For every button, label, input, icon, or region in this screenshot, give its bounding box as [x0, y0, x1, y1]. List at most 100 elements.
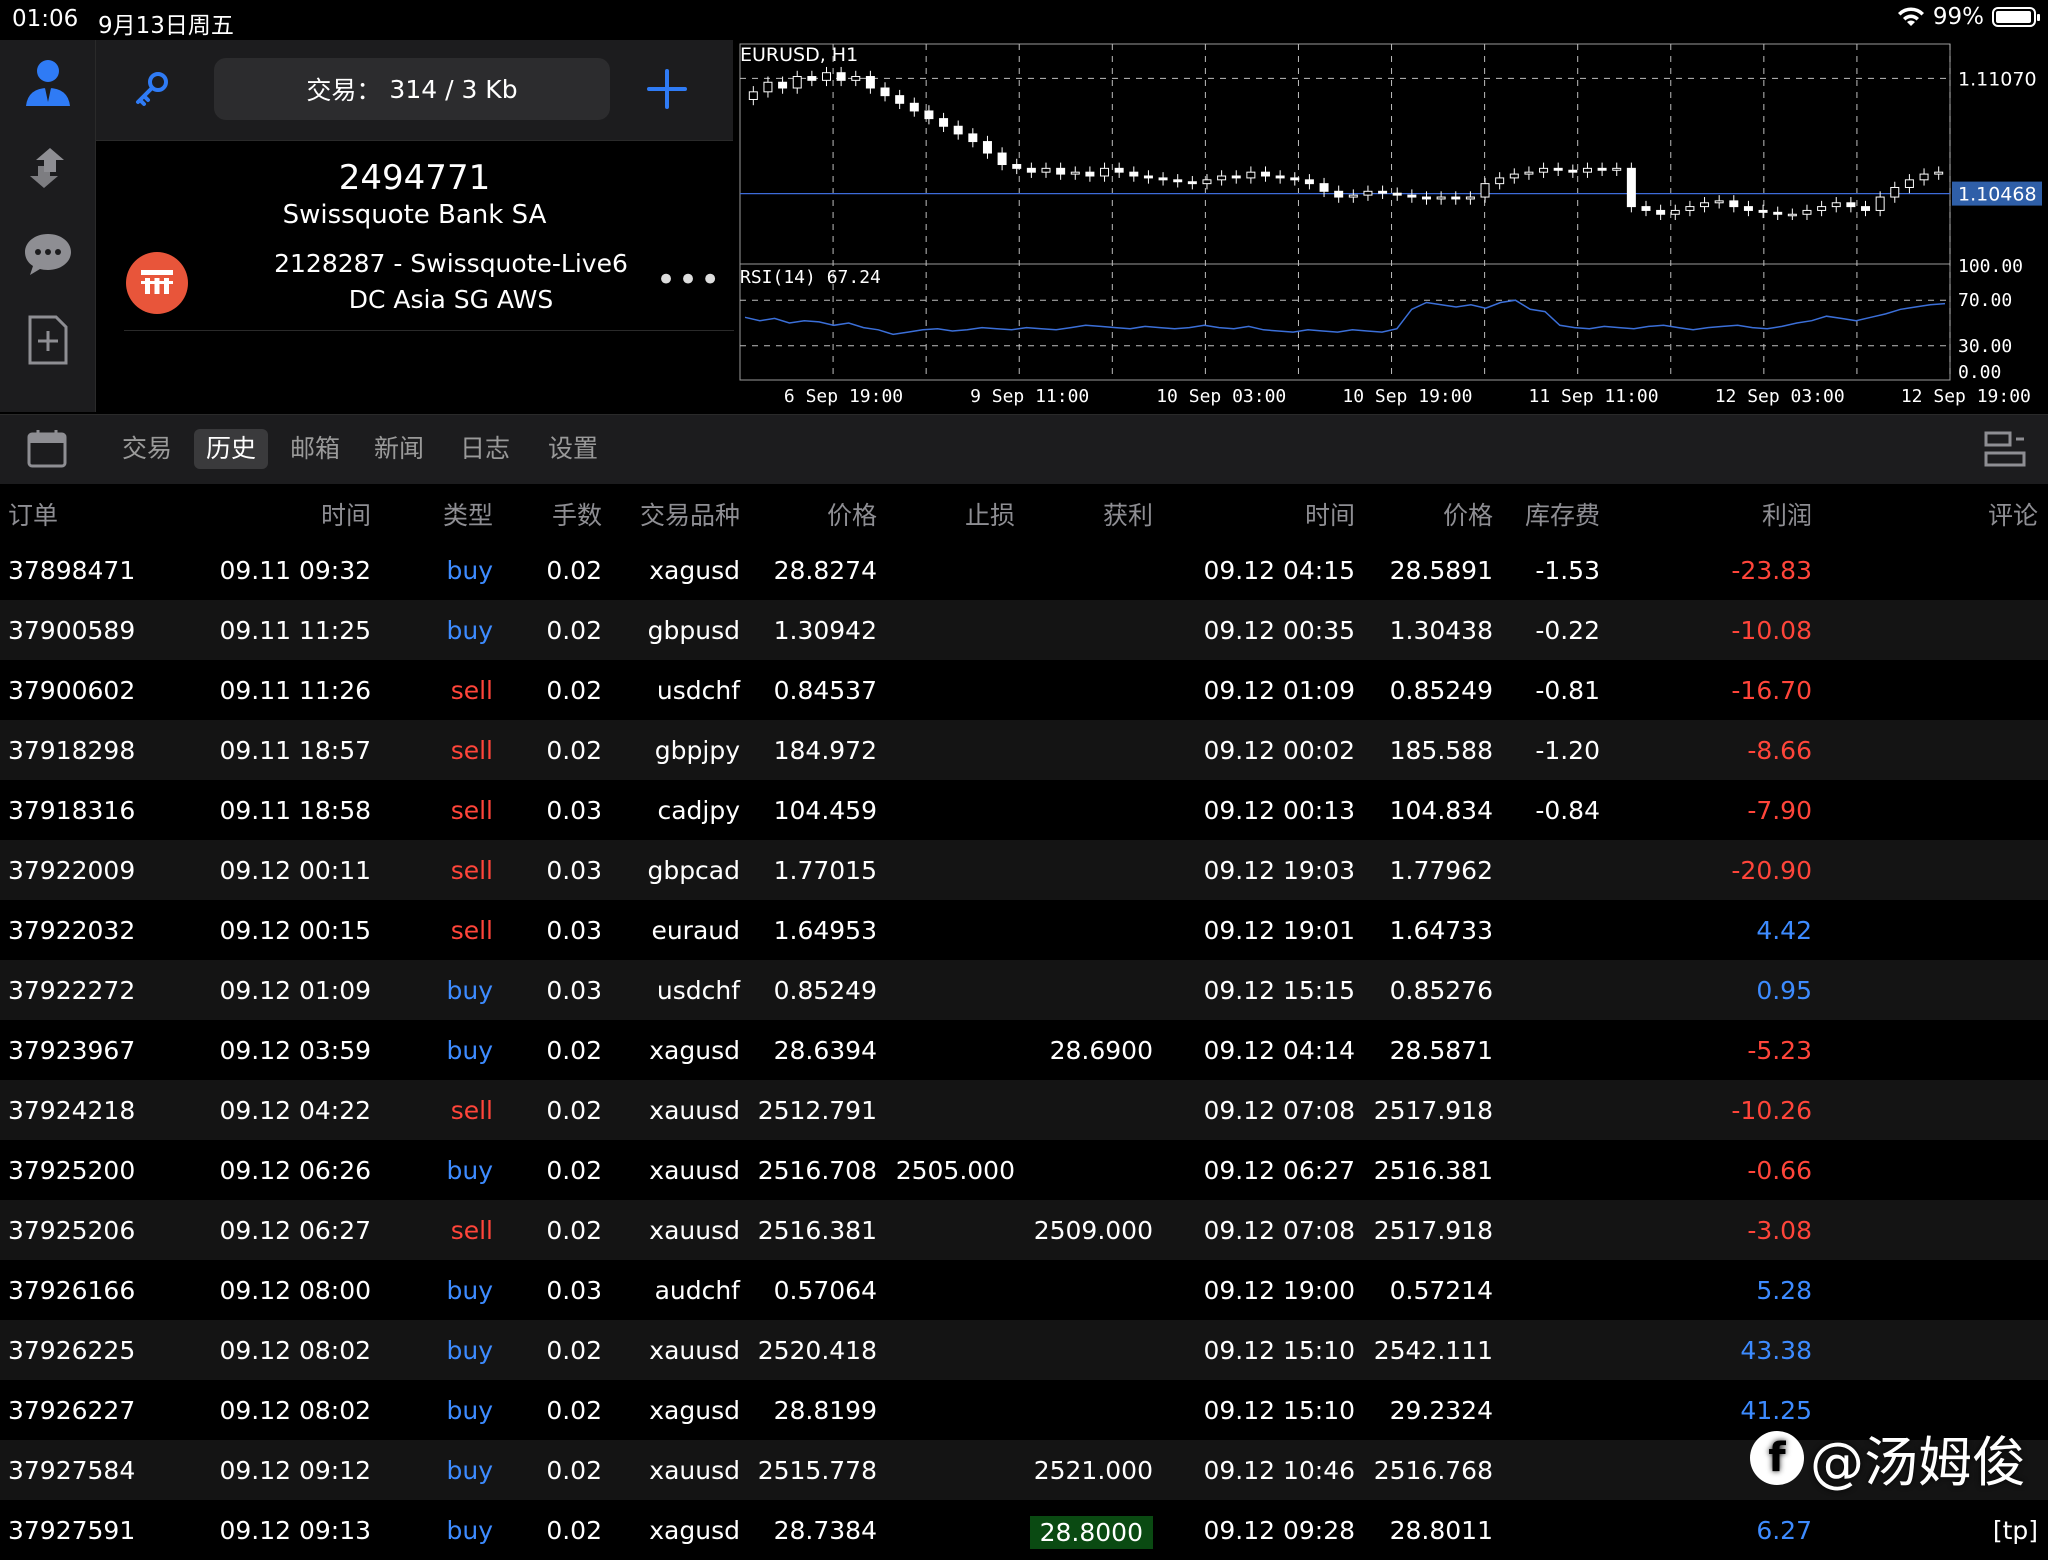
- table-row[interactable]: 37900602 09.11 11:26 sell 0.02 usdchf 0.84537…: [0, 660, 2048, 720]
- trade-count-pill[interactable]: 交易： 314 / 3 Kb: [214, 58, 610, 120]
- tab-journal[interactable]: 日志: [448, 429, 522, 469]
- cell-swap: -1.53: [1535, 556, 1600, 585]
- tab-mailbox[interactable]: 邮箱: [278, 429, 352, 469]
- cell-open-time: 09.11 11:25: [219, 616, 371, 645]
- table-row[interactable]: 37922032 09.12 00:15 sell 0.03 euraud 1.64953…: [0, 900, 2048, 960]
- cell-open-price: 28.7384: [773, 1516, 877, 1545]
- tab-settings[interactable]: 设置: [536, 429, 610, 469]
- col-order[interactable]: 订单: [8, 496, 58, 532]
- cell-profit: -5.23: [1747, 1036, 1812, 1065]
- candle: [1202, 179, 1212, 185]
- table-row[interactable]: 37927591 09.12 09:13 buy 0.02 xagusd 28.7384 2…: [0, 1500, 2048, 1560]
- calendar-icon[interactable]: [26, 427, 68, 473]
- col-open-price[interactable]: 价格: [827, 496, 877, 532]
- cell-profit: 6.27: [1756, 1516, 1812, 1545]
- x-tick-label: 6 Sep 19:00: [784, 386, 903, 407]
- table-row[interactable]: 37918316 09.11 18:58 sell 0.03 cadjpy 104.459…: [0, 780, 2048, 840]
- col-tp[interactable]: 获利: [1103, 496, 1153, 532]
- cell-symbol: xauusd: [649, 1096, 740, 1125]
- tab-history[interactable]: 历史: [194, 429, 269, 469]
- cell-symbol: xagusd: [649, 556, 740, 585]
- table-row[interactable]: 37923967 09.12 03:59 buy 0.02 xagusd 28.6394 2…: [0, 1020, 2048, 1080]
- cell-lots: 0.02: [546, 1216, 602, 1245]
- cell-close-time: 09.12 01:09: [1203, 676, 1355, 705]
- cell-open-price: 28.8274: [773, 556, 877, 585]
- table-row[interactable]: 37922009 09.12 00:11 sell 0.03 gbpcad 1.77015…: [0, 840, 2048, 900]
- broker-logo: [126, 252, 188, 314]
- key-icon[interactable]: [132, 70, 172, 114]
- table-row[interactable]: 37925200 09.12 06:26 buy 0.02 xauusd 2516.708…: [0, 1140, 2048, 1200]
- col-comment[interactable]: 评论: [1988, 496, 2038, 532]
- cell-profit: -3.08: [1747, 1216, 1812, 1245]
- col-close-time[interactable]: 时间: [1305, 496, 1355, 532]
- cell-lots: 0.02: [546, 556, 602, 585]
- table-row[interactable]: 37926227 09.12 08:02 buy 0.02 xagusd 28.8199 0…: [0, 1380, 2048, 1440]
- price-chart[interactable]: EURUSD, H1 RSI(14) 67.24 1.11070 1.10468 1…: [734, 40, 2048, 412]
- watermark-text: @汤姆俊: [1810, 1431, 2026, 1494]
- table-row[interactable]: 37926166 09.12 08:00 buy 0.03 audchf 0.57064 0…: [0, 1260, 2048, 1320]
- cell-order: 37898471: [8, 556, 136, 585]
- add-icon[interactable]: [646, 68, 688, 114]
- cell-open-price: 2515.778: [757, 1456, 877, 1485]
- cell-open-time: 09.12 09:13: [219, 1516, 371, 1545]
- x-tick-label: 10 Sep 19:00: [1342, 386, 1472, 407]
- table-row[interactable]: 37924218 09.12 04:22 sell 0.02 xauusd 2512.79…: [0, 1080, 2048, 1140]
- cell-order: 37923967: [8, 1036, 136, 1065]
- candle: [1056, 167, 1066, 175]
- table-row[interactable]: 37898471 09.11 09:32 buy 0.02 xagusd 28.8274 0…: [0, 540, 2048, 600]
- col-type[interactable]: 类型: [443, 496, 493, 532]
- col-swap[interactable]: 库存费: [1525, 496, 1600, 532]
- candle: [778, 81, 788, 89]
- candle: [1612, 167, 1622, 171]
- account-icon[interactable]: [20, 54, 76, 110]
- cell-open-time: 09.11 18:58: [219, 796, 371, 825]
- table-row[interactable]: 37900589 09.11 11:25 buy 0.02 gbpusd 1.30942 0…: [0, 600, 2048, 660]
- col-close-price[interactable]: 价格: [1443, 496, 1493, 532]
- col-open-time[interactable]: 时间: [321, 496, 371, 532]
- cell-swap: -1.20: [1535, 736, 1600, 765]
- cell-profit: 4.42: [1756, 916, 1812, 945]
- col-sl[interactable]: 止损: [965, 496, 1015, 532]
- cell-order: 37922272: [8, 976, 136, 1005]
- cell-order: 37925206: [8, 1216, 136, 1245]
- candle: [1143, 175, 1153, 179]
- cell-symbol: xauusd: [649, 1336, 740, 1365]
- col-lots[interactable]: 手数: [552, 496, 602, 532]
- cell-open-price: 1.30942: [773, 616, 877, 645]
- cell-open-time: 09.12 09:12: [219, 1456, 371, 1485]
- new-document-icon[interactable]: [20, 312, 76, 368]
- table-row[interactable]: 37922272 09.12 01:09 buy 0.03 usdchf 0.85249 0…: [0, 960, 2048, 1020]
- tab-trade[interactable]: 交易: [110, 429, 184, 469]
- cell-close-price: 0.57214: [1389, 1276, 1493, 1305]
- account-toolbar: 交易： 314 / 3 Kb: [96, 40, 733, 141]
- table-row[interactable]: 37927584 09.12 09:12 buy 0.02 xauusd 2515.778…: [0, 1440, 2048, 1500]
- table-row[interactable]: 37925206 09.12 06:27 sell 0.02 xauusd 2516.38…: [0, 1200, 2048, 1260]
- cell-lots: 0.03: [546, 916, 602, 945]
- cell-close-price: 28.8011: [1389, 1516, 1493, 1545]
- layout-icon[interactable]: [1984, 429, 2026, 473]
- cell-order: 37926227: [8, 1396, 136, 1425]
- cell-close-time: 09.12 19:01: [1203, 916, 1355, 945]
- table-row[interactable]: 37918298 09.11 18:57 sell 0.02 gbpjpy 184.972…: [0, 720, 2048, 780]
- col-symbol[interactable]: 交易品种: [640, 496, 740, 532]
- cell-lots: 0.02: [546, 1456, 602, 1485]
- cell-lots: 0.03: [546, 1276, 602, 1305]
- candle: [909, 102, 919, 112]
- tab-news[interactable]: 新闻: [362, 429, 436, 469]
- candle: [1524, 171, 1534, 175]
- cell-lots: 0.03: [546, 796, 602, 825]
- cell-close-time: 09.12 04:14: [1203, 1036, 1355, 1065]
- candle: [1787, 213, 1797, 217]
- table-row[interactable]: 37926225 09.12 08:02 buy 0.02 xauusd 2520.418…: [0, 1320, 2048, 1380]
- cell-symbol: xauusd: [649, 1456, 740, 1485]
- cell-symbol: usdchf: [656, 676, 740, 705]
- transfer-icon[interactable]: [20, 140, 76, 196]
- cell-open-price: 1.64953: [773, 916, 877, 945]
- candle: [1392, 192, 1402, 196]
- candle: [1290, 177, 1300, 181]
- chat-icon[interactable]: [20, 226, 76, 282]
- cell-close-time: 09.12 00:13: [1203, 796, 1355, 825]
- col-profit[interactable]: 利润: [1762, 496, 1812, 532]
- more-icon[interactable]: •••: [656, 260, 722, 300]
- cell-order: 37926166: [8, 1276, 136, 1305]
